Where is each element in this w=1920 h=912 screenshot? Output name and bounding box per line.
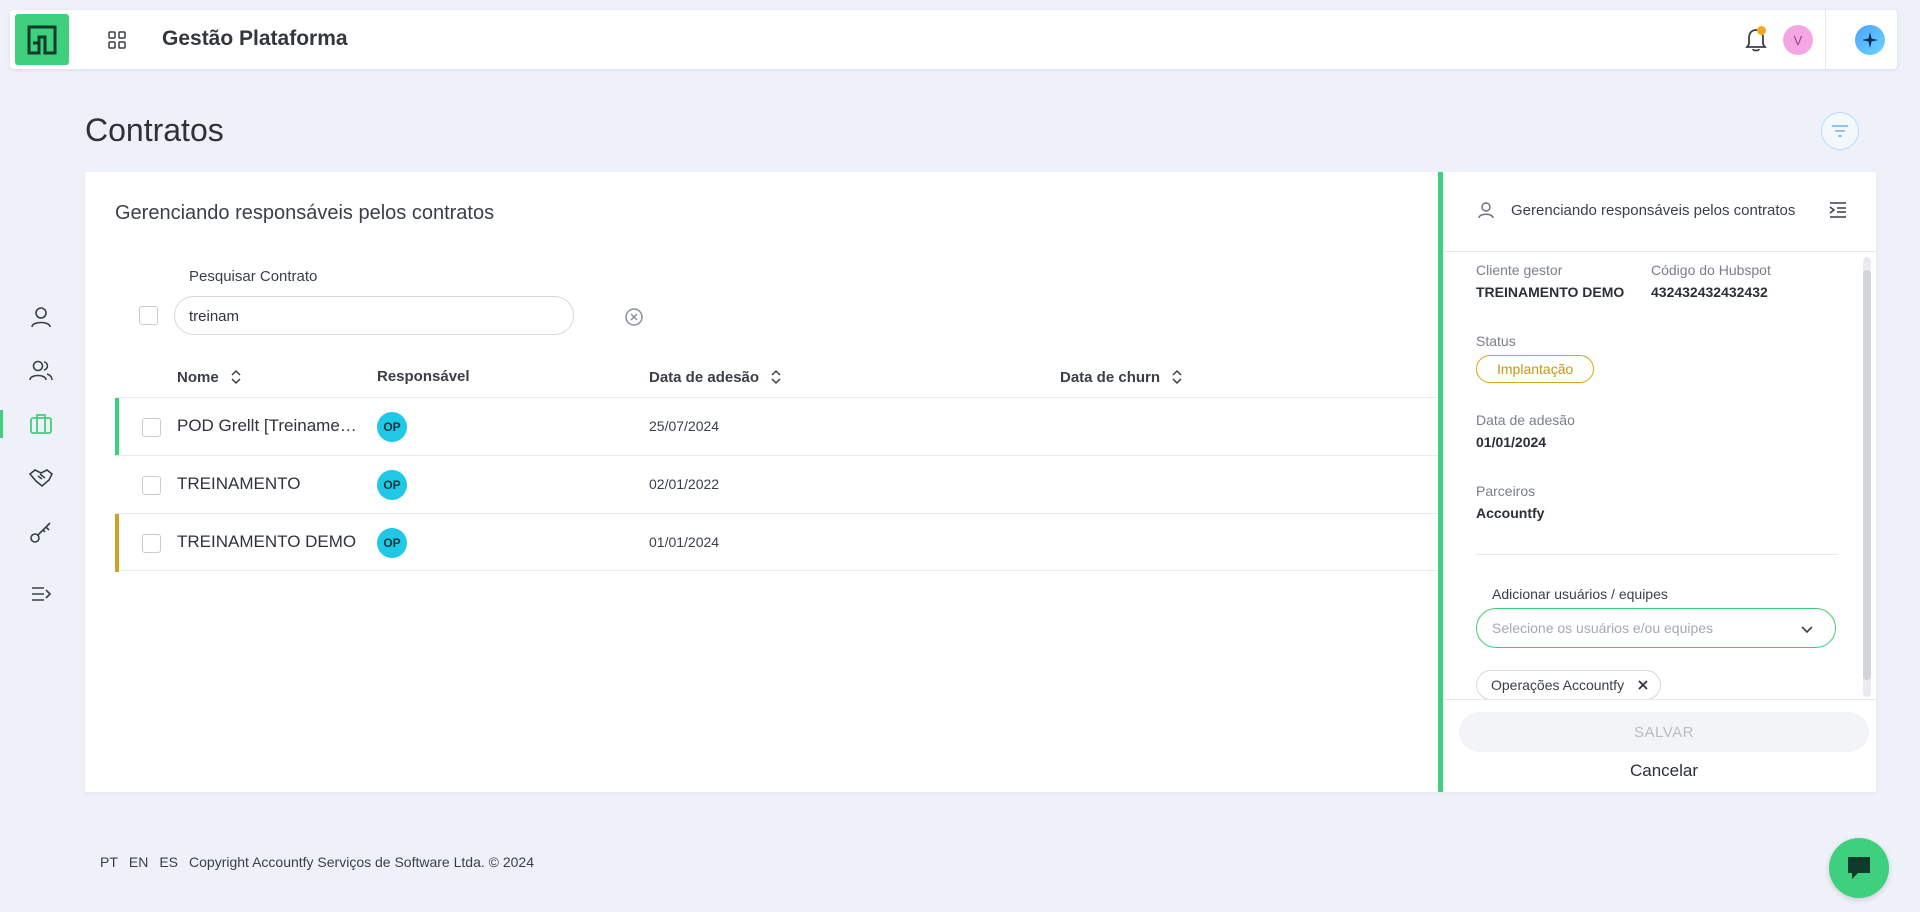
users-group-icon[interactable] [28,357,54,383]
responsible-badge: OP [377,528,407,558]
client-label: Cliente gestor [1476,262,1563,278]
row-join-date: 25/07/2024 [649,418,720,434]
status-label: Status [1476,333,1516,349]
partners-label: Parceiros [1476,483,1536,499]
table-row[interactable]: TREINAMENTO OP 02/01/2022 [115,455,1525,513]
lang-es-link[interactable]: ES [159,854,178,870]
column-header-churn-date[interactable]: Data de churn [1060,368,1184,386]
row-join-date: 01/01/2024 [649,534,720,550]
copyright-text: Copyright Accountfy Serviços de Software… [189,854,534,870]
join-date-label: Data de adesão [1476,412,1575,428]
app-title: Gestão Plataforma [162,27,348,50]
responsible-badge: OP [377,412,407,442]
panel-divider [1476,554,1838,555]
selected-team-chip: Operações Accountfy [1476,670,1662,700]
column-header-name[interactable]: Nome [177,368,243,386]
row-checkbox[interactable] [142,534,161,553]
page-title: Contratos [85,112,224,148]
partners-value: Accountfy [1476,505,1545,521]
panel-header: Gerenciando responsáveis pelos contratos [1443,172,1876,252]
user-icon [1478,202,1494,219]
column-header-churn-date-label: Data de churn [1060,368,1161,386]
filter-button[interactable] [1821,112,1859,150]
hubspot-label: Código do Hubspot [1651,262,1771,278]
row-checkbox[interactable] [142,418,161,437]
column-header-name-label: Nome [177,368,219,386]
clear-search-icon[interactable] [624,307,644,327]
column-header-responsible-label: Responsável [377,368,470,385]
chip-label: Operações Accountfy [1491,677,1625,693]
search-input[interactable] [189,305,529,327]
lang-en-link[interactable]: EN [129,854,148,870]
panel-scrollbar-thumb[interactable] [1863,270,1871,680]
key-icon[interactable] [28,519,54,545]
panel-footer-divider [1443,699,1876,700]
sort-icon[interactable] [229,368,243,386]
row-name: POD Grellt [Treinamento] [177,416,357,435]
sort-icon[interactable] [1170,368,1184,386]
row-join-date: 02/01/2022 [649,476,720,492]
sparkle-icon [1862,32,1878,48]
column-header-responsible: Responsável [377,368,470,385]
briefcase-icon[interactable] [28,411,54,437]
filter-icon [1832,125,1848,137]
column-header-join-date-label: Data de adesão [649,368,760,386]
select-placeholder: Selecione os usuários e/ou equipes [1492,620,1714,636]
hubspot-value: 432432432432432 [1651,284,1768,300]
lang-pt-link[interactable]: PT [100,854,118,870]
search-label: Pesquisar Contrato [189,268,318,285]
remove-chip-icon[interactable] [1636,678,1650,692]
users-teams-select[interactable]: Selecione os usuários e/ou equipes [1476,608,1836,648]
column-header-join-date[interactable]: Data de adesão [649,368,783,386]
chat-support-button[interactable] [1829,838,1889,898]
chat-bubble-icon [1848,857,1870,879]
row-checkbox[interactable] [142,476,161,495]
table-row[interactable]: POD Grellt [Treinamento] OP 25/07/2024 [115,397,1525,456]
handshake-icon[interactable] [28,465,54,491]
row-accent [115,398,119,456]
row-name: TREINAMENTO [177,474,301,493]
apps-grid-icon[interactable] [107,30,127,50]
card-title: Gerenciando responsáveis pelos contratos [115,202,495,224]
table-row[interactable]: TREINAMENTO DEMO OP 01/01/2024 [115,513,1525,572]
top-bar: Gestão Plataforma V [10,10,1897,69]
notification-badge [1757,26,1766,35]
search-box [174,296,643,335]
logo-icon [27,25,57,54]
chevron-down-icon [1801,626,1813,634]
select-all-checkbox[interactable] [139,306,158,325]
responsible-badge: OP [377,470,407,500]
client-value: TREINAMENTO DEMO [1476,284,1625,300]
topbar-divider [1825,10,1826,69]
row-name: TREINAMENTO DEMO [177,532,357,551]
save-button[interactable]: SALVAR [1459,712,1869,752]
user-icon[interactable] [28,304,54,330]
collapse-panel-icon[interactable] [1827,200,1849,220]
logo[interactable] [15,14,69,65]
sort-icon[interactable] [769,368,783,386]
details-panel: Gerenciando responsáveis pelos contratos… [1438,172,1876,792]
row-accent [115,456,119,514]
footer: PT EN ES Copyright Accountfy Serviços de… [100,854,534,870]
expand-menu-icon[interactable] [28,581,54,607]
ai-assistant-button[interactable] [1855,25,1885,55]
user-avatar[interactable]: V [1783,25,1813,55]
panel-title: Gerenciando responsáveis pelos contratos [1511,202,1796,219]
cancel-button[interactable]: Cancelar [1459,756,1869,786]
add-users-label: Adicionar usuários / equipes [1492,586,1668,602]
row-accent [115,514,119,572]
sidebar-active-indicator [0,410,3,438]
status-badge: Implantação [1476,355,1595,383]
join-date-value: 01/01/2024 [1476,434,1547,450]
